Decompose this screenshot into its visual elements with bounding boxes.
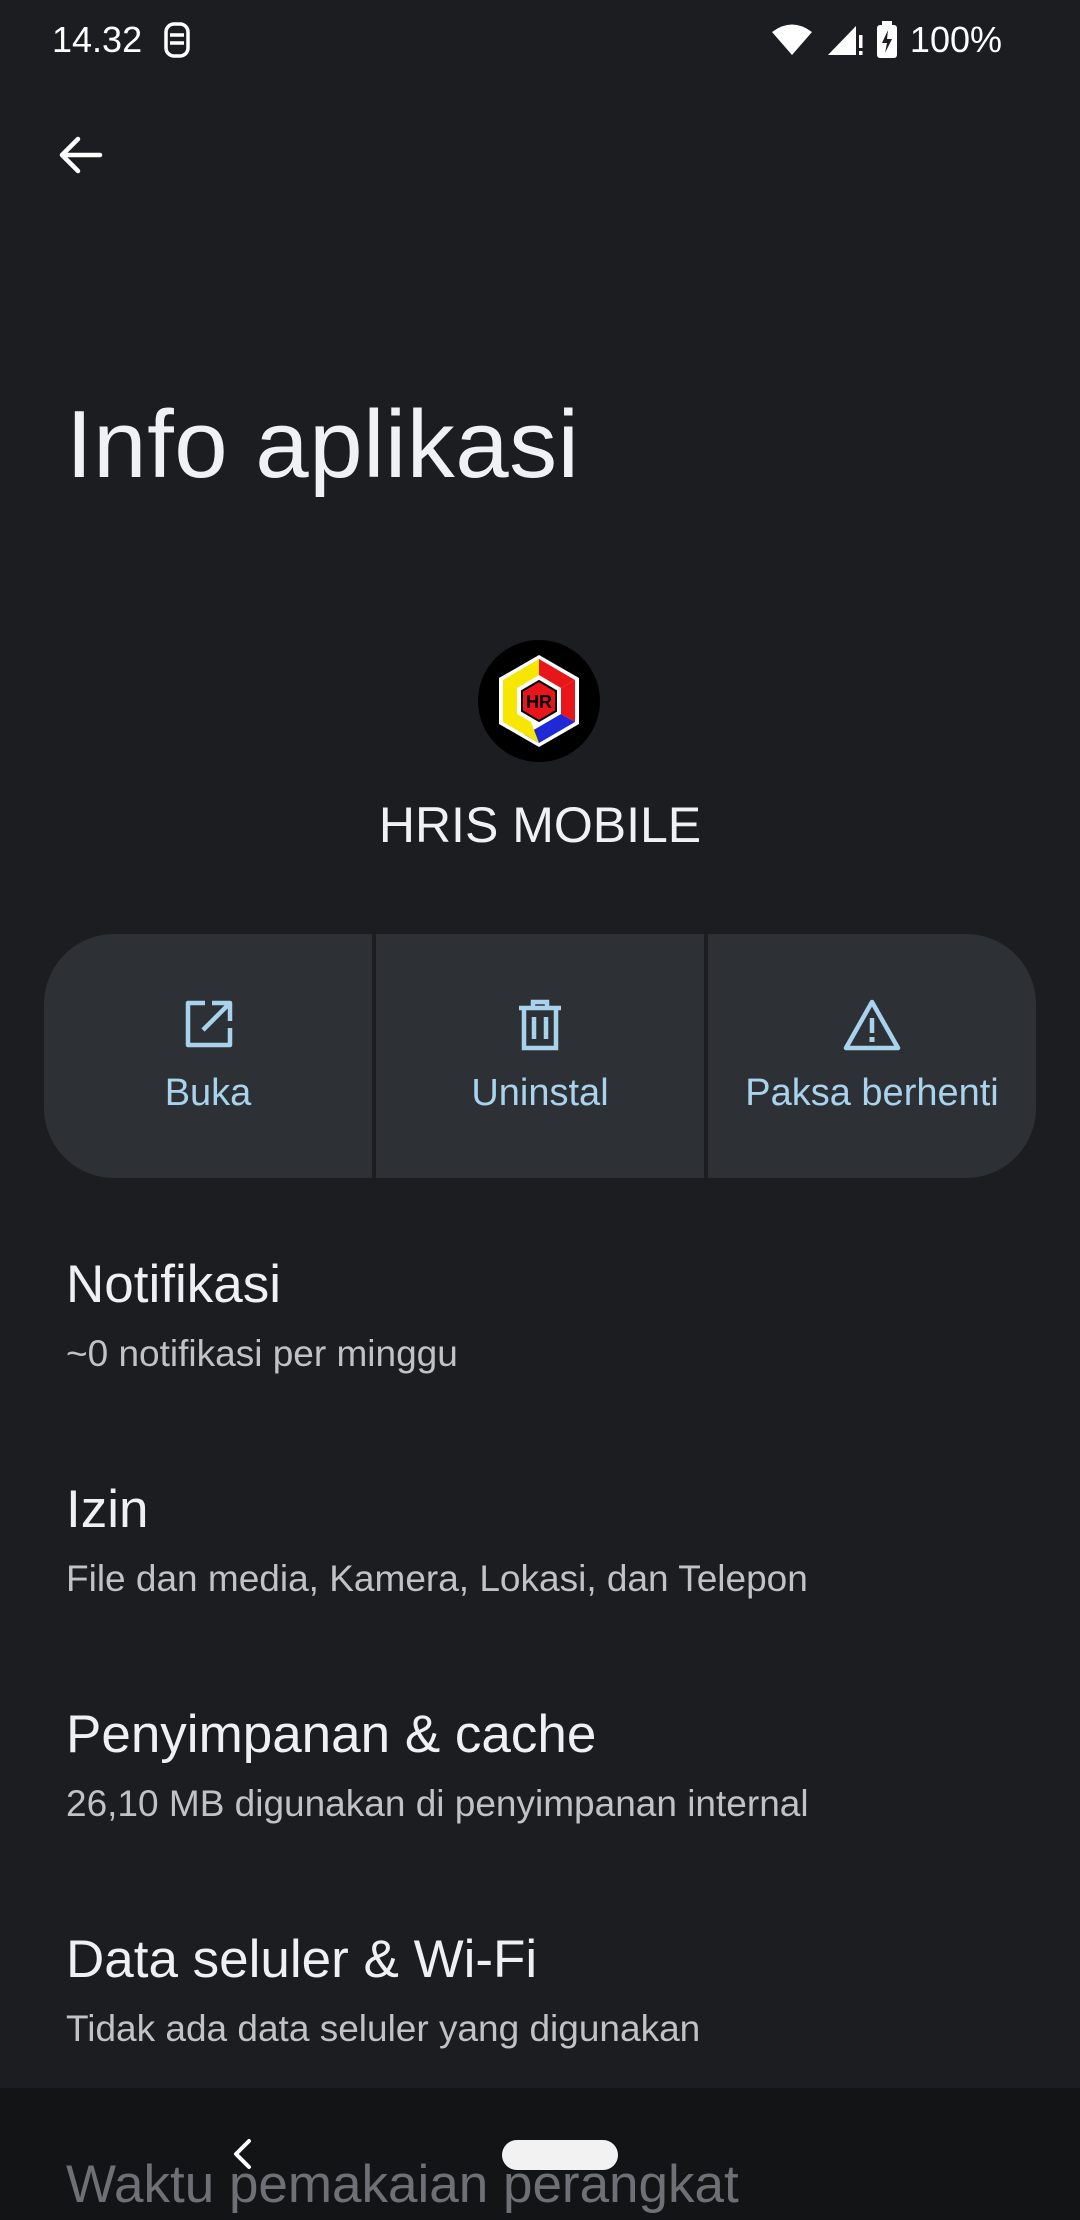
settings-list: Notifikasi ~0 notifikasi per minggu Izin… (66, 1250, 1026, 2150)
battery-percent: 100% (909, 19, 1002, 60)
chevron-left-icon (234, 2139, 251, 2169)
status-time: 14.32 (52, 19, 143, 60)
settings-item-title: Data seluler & Wi-Fi (66, 1930, 538, 1989)
battery-charging-icon (876, 21, 897, 58)
settings-item-screen-time[interactable]: Waktu pemakaian perangkat (66, 2150, 739, 2220)
force-stop-button-label: Paksa berhenti (745, 1071, 999, 1114)
arrow-back-icon (59, 136, 103, 174)
app-icon: HR (478, 640, 600, 762)
settings-item-notifications[interactable]: Notifikasi ~0 notifikasi per minggu (66, 1250, 1026, 1475)
back-button[interactable] (40, 115, 120, 195)
open-button-label: Buka (164, 1071, 252, 1114)
app-name: HRIS MOBILE (378, 797, 702, 853)
uninstall-button[interactable]: Uninstal (376, 934, 704, 1178)
logo-badge-text: HR (526, 692, 552, 712)
notification-app-icon (164, 22, 190, 58)
settings-item-subtitle: ~0 notifikasi per minggu (66, 1333, 458, 1374)
trash-icon (519, 999, 561, 1050)
settings-item-subtitle: 26,10 MB digunakan di penyimpanan intern… (66, 1783, 809, 1824)
open-button[interactable]: Buka (44, 934, 372, 1178)
status-left: 14.32 (52, 19, 192, 61)
open-in-new-icon (185, 1000, 233, 1047)
page-title: Info aplikasi (66, 391, 580, 498)
status-bar: 14.32 100% (0, 0, 1080, 80)
force-stop-button[interactable]: Paksa berhenti (708, 934, 1036, 1178)
settings-item-subtitle: File dan media, Kamera, Lokasi, dan Tele… (66, 1558, 808, 1599)
action-bar: Buka Uninstal Paksa berhenti (44, 934, 1036, 1178)
settings-item-title: Penyimpanan & cache (66, 1705, 597, 1764)
status-right: 100% (770, 19, 1002, 61)
uninstall-button-label: Uninstal (471, 1071, 609, 1114)
settings-item-title: Notifikasi (66, 1255, 282, 1314)
nav-back-button[interactable] (222, 2134, 262, 2174)
wifi-icon (771, 24, 812, 55)
signal-icon (827, 26, 863, 55)
settings-item-title: Izin (66, 1480, 149, 1539)
warning-icon (843, 999, 901, 1050)
settings-item-storage[interactable]: Penyimpanan & cache 26,10 MB digunakan d… (66, 1700, 1026, 1925)
settings-item-permissions[interactable]: Izin File dan media, Kamera, Lokasi, dan… (66, 1475, 1026, 1700)
home-handle[interactable] (502, 2140, 618, 2170)
settings-item-subtitle: Tidak ada data seluler yang digunakan (66, 2008, 701, 2049)
hris-logo-icon: HR (478, 640, 600, 762)
